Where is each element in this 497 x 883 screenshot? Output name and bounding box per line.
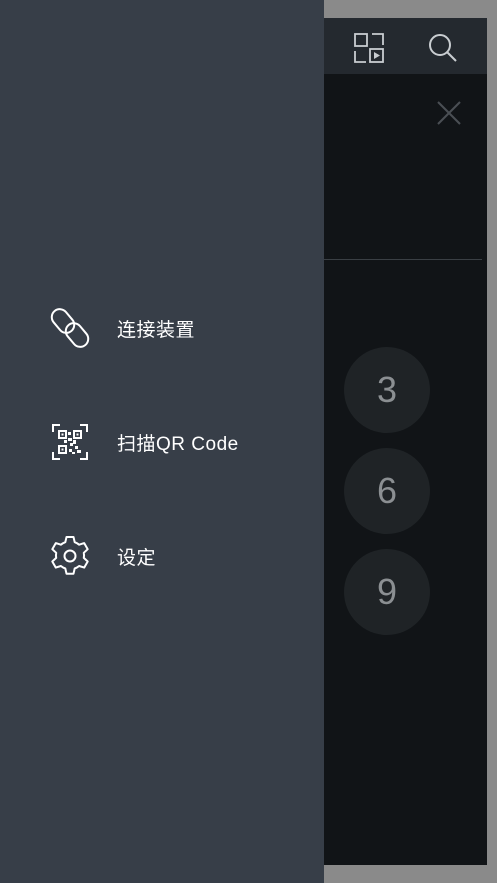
menu-item-settings[interactable]: 设定 [0, 524, 324, 588]
search-icon[interactable] [427, 32, 459, 64]
gallery-play-icon[interactable] [353, 32, 385, 64]
menu-item-connect-device[interactable]: 连接装置 [0, 296, 324, 360]
keypad-key-9[interactable]: 9 [344, 549, 430, 635]
menu-item-label: 扫描QR Code [117, 433, 239, 455]
menu-item-scan-qr[interactable]: 扫描QR Code [0, 410, 324, 474]
gear-icon [48, 534, 92, 578]
close-icon[interactable] [434, 98, 464, 128]
link-icon [48, 306, 92, 350]
keypad-key-3[interactable]: 3 [344, 347, 430, 433]
qr-code-icon [48, 420, 92, 464]
menu-item-label: 设定 [117, 547, 157, 569]
menu-item-label: 连接装置 [117, 319, 196, 341]
divider [324, 259, 482, 260]
keypad-key-6[interactable]: 6 [344, 448, 430, 534]
navigation-drawer: 连接装置 扫描QR Code 设定 [0, 0, 324, 883]
